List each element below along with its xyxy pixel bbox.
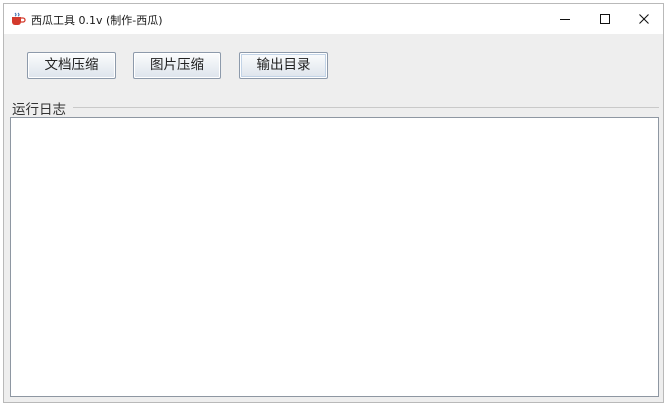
log-textarea[interactable] bbox=[10, 117, 659, 397]
main-window: 西瓜工具 0.1v (制作-西瓜) 文档压缩 图片压缩 输出目录 运行日志 bbox=[3, 3, 664, 403]
window-title: 西瓜工具 0.1v (制作-西瓜) bbox=[31, 14, 163, 27]
close-icon bbox=[639, 14, 649, 24]
minimize-icon bbox=[560, 19, 570, 20]
maximize-button[interactable] bbox=[585, 4, 625, 34]
log-group-title: 运行日志 bbox=[12, 98, 68, 118]
image-compress-button[interactable]: 图片压缩 bbox=[133, 52, 221, 79]
java-cup-icon bbox=[10, 11, 26, 25]
title-bar[interactable]: 西瓜工具 0.1v (制作-西瓜) bbox=[4, 4, 663, 34]
minimize-button[interactable] bbox=[545, 4, 585, 34]
output-dir-button[interactable]: 输出目录 bbox=[239, 52, 328, 79]
maximize-icon bbox=[600, 14, 610, 24]
close-button[interactable] bbox=[624, 4, 664, 34]
log-group-divider bbox=[73, 107, 659, 108]
doc-compress-button[interactable]: 文档压缩 bbox=[27, 52, 116, 79]
